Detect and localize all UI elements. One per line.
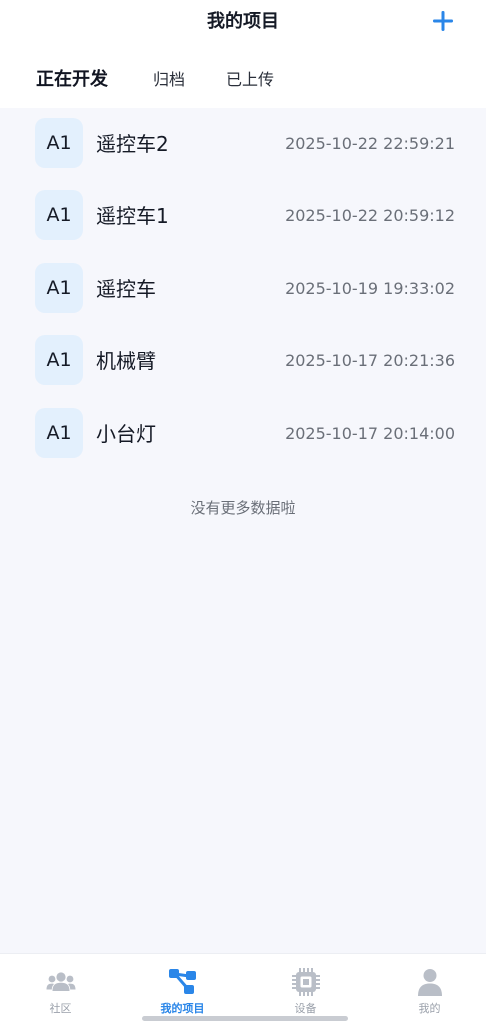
project-name: 遥控车2 [96,132,169,156]
project-name: 机械臂 [96,349,156,373]
project-date: 2025-10-17 20:21:36 [285,351,455,370]
project-tabs: 正在开发 归档 已上传 [0,60,486,100]
project-name: 小台灯 [96,422,156,446]
tab-uploaded[interactable]: 已上传 [226,60,274,100]
project-row[interactable]: A1 遥控车1 2025-10-22 20:59:12 [0,180,486,252]
header: 我的项目 正在开发 归档 已上传 [0,0,486,108]
project-date: 2025-10-22 20:59:12 [285,206,455,225]
page-title: 我的项目 [207,11,279,32]
project-badge: A1 [35,335,83,385]
nav-label: 设备 [294,1002,317,1015]
project-date: 2025-10-19 19:33:02 [285,279,455,298]
nav-profile[interactable]: 我的 [369,954,486,1024]
project-row[interactable]: A1 遥控车 2025-10-19 19:33:02 [0,253,486,325]
users-icon [46,972,76,991]
chip-icon [292,968,320,996]
project-badge: A1 [35,190,83,240]
add-project-button[interactable] [428,6,458,36]
project-badge: A1 [35,408,83,458]
project-row[interactable]: A1 小台灯 2025-10-17 20:14:00 [0,398,486,470]
home-indicator [142,1016,348,1021]
no-more-data-text: 没有更多数据啦 [190,499,296,517]
project-flow-icon [169,969,196,994]
person-icon [418,969,442,996]
nav-my-projects[interactable]: 我的项目 [122,954,243,1024]
project-date: 2025-10-22 22:59:21 [285,134,455,153]
nav-label: 社区 [49,1002,72,1015]
project-name: 遥控车1 [96,204,169,228]
tab-developing[interactable]: 正在开发 [36,60,108,100]
nav-label: 我的项目 [160,1002,205,1015]
nav-devices[interactable]: 设备 [245,954,366,1024]
project-badge: A1 [35,118,83,168]
project-badge: A1 [35,263,83,313]
project-name: 遥控车 [96,277,156,301]
plus-icon [433,11,453,31]
tab-archived[interactable]: 归档 [153,60,185,100]
nav-label: 我的 [418,1002,441,1015]
project-date: 2025-10-17 20:14:00 [285,424,455,443]
project-row[interactable]: A1 遥控车2 2025-10-22 22:59:21 [0,108,486,180]
project-row[interactable]: A1 机械臂 2025-10-17 20:21:36 [0,325,486,397]
nav-community[interactable]: 社区 [0,954,121,1024]
